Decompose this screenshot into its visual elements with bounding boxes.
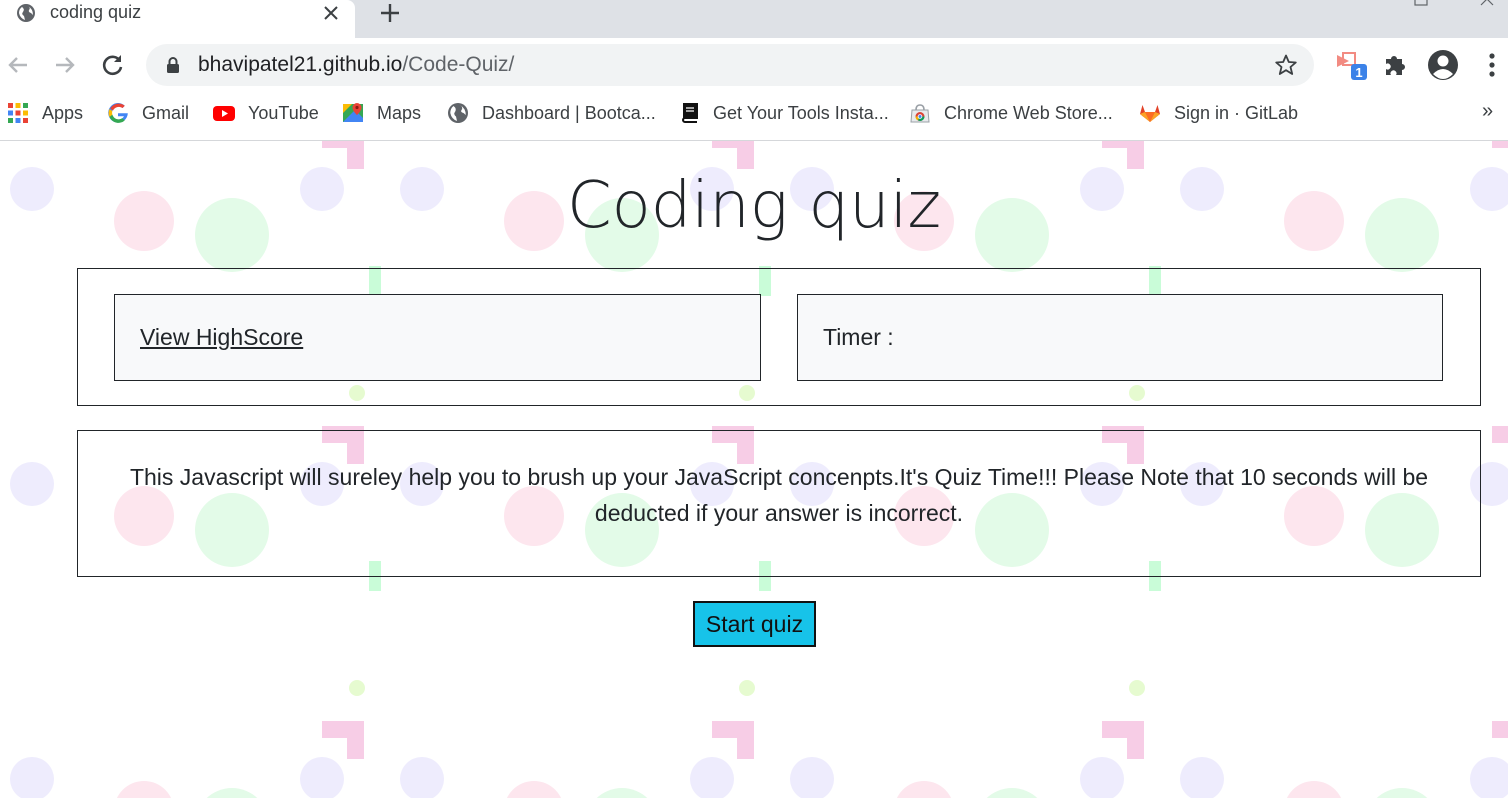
kebab-menu-icon[interactable] [1476, 49, 1508, 81]
back-arrow-icon[interactable] [4, 51, 32, 79]
maximize-icon[interactable] [1414, 0, 1428, 6]
extension-badge-icon[interactable]: 1 [1335, 49, 1367, 81]
bookmark-dashboard[interactable]: Dashboard | Bootca... [447, 101, 656, 125]
url-path: /Code-Quiz/ [402, 53, 515, 76]
globe-icon [17, 4, 35, 22]
bookmark-maps[interactable]: Maps [342, 101, 421, 125]
timer-label: Timer : [823, 324, 894, 350]
profile-avatar-icon[interactable] [1427, 49, 1459, 81]
chrome-web-store-icon [910, 104, 930, 123]
url-text: bhavipatel21.github.io/Code-Quiz/ [198, 53, 514, 77]
bookmark-label: Chrome Web Store... [944, 102, 1113, 123]
bookmark-label: Gmail [142, 102, 190, 123]
reload-icon[interactable] [99, 51, 127, 79]
youtube-icon [213, 106, 235, 121]
browser-toolbar: bhavipatel21.github.io/Code-Quiz/ 1 [0, 38, 1508, 92]
bookmark-label: Sign in · GitLab [1174, 102, 1299, 123]
header-row: View HighScore Timer : [77, 268, 1481, 406]
forward-arrow-icon[interactable] [51, 51, 79, 79]
bookmark-tools[interactable]: Get Your Tools Insta... [678, 101, 889, 125]
lock-icon[interactable] [166, 56, 180, 74]
bookmark-gmail[interactable]: Gmail [107, 101, 189, 125]
bookmark-gitlab[interactable]: Sign in · GitLab [1139, 101, 1298, 125]
intro-panel: This Javascript will sureley help you to… [77, 430, 1481, 577]
close-tab-icon[interactable] [321, 3, 341, 23]
url-host: bhavipatel21.github.io [198, 53, 403, 76]
highscore-card: View HighScore [114, 294, 761, 381]
globe-icon [448, 103, 468, 123]
screen-recorder-icon: 1 [1337, 52, 1367, 80]
extension-badge-count: 1 [1355, 65, 1362, 80]
google-icon [108, 103, 128, 123]
address-bar[interactable]: bhavipatel21.github.io/Code-Quiz/ [146, 44, 1314, 86]
bookmark-label: Apps [42, 102, 84, 123]
browser-tab[interactable]: coding quiz [0, 0, 355, 38]
bookmark-label: Get Your Tools Insta... [713, 102, 889, 123]
gitlab-icon [1140, 105, 1160, 122]
view-highscore-link[interactable]: View HighScore [140, 324, 303, 351]
puzzle-extensions-icon[interactable] [1380, 49, 1412, 81]
bookmark-label: Dashboard | Bootca... [482, 102, 656, 123]
book-icon [682, 103, 698, 123]
bookmark-star-icon[interactable] [1274, 53, 1298, 77]
page-viewport: Coding quiz View HighScore Timer : This … [0, 141, 1508, 798]
bookmarks-bar: Apps Gmail YouTube Maps Dashboard | Boot… [0, 92, 1508, 141]
close-window-icon[interactable] [1480, 0, 1494, 6]
bookmark-youtube[interactable]: YouTube [213, 101, 319, 125]
tab-strip: coding quiz [0, 0, 1508, 38]
bookmark-apps[interactable]: Apps [7, 101, 83, 125]
bookmark-label: YouTube [248, 102, 319, 123]
new-tab-icon[interactable] [378, 1, 402, 25]
start-quiz-button[interactable]: Start quiz [693, 601, 816, 647]
maps-icon [343, 103, 363, 122]
timer-card: Timer : [797, 294, 1443, 381]
more-bookmarks-chevron-icon[interactable]: » [1482, 100, 1493, 123]
bookmark-label: Maps [377, 102, 422, 123]
intro-text: This Javascript will sureley help you to… [129, 464, 1429, 526]
tab-title: coding quiz [50, 2, 142, 22]
apps-grid-icon [8, 103, 28, 123]
page-title: Coding quiz [566, 169, 942, 243]
bookmark-chrome-web-store[interactable]: Chrome Web Store... [909, 101, 1113, 125]
